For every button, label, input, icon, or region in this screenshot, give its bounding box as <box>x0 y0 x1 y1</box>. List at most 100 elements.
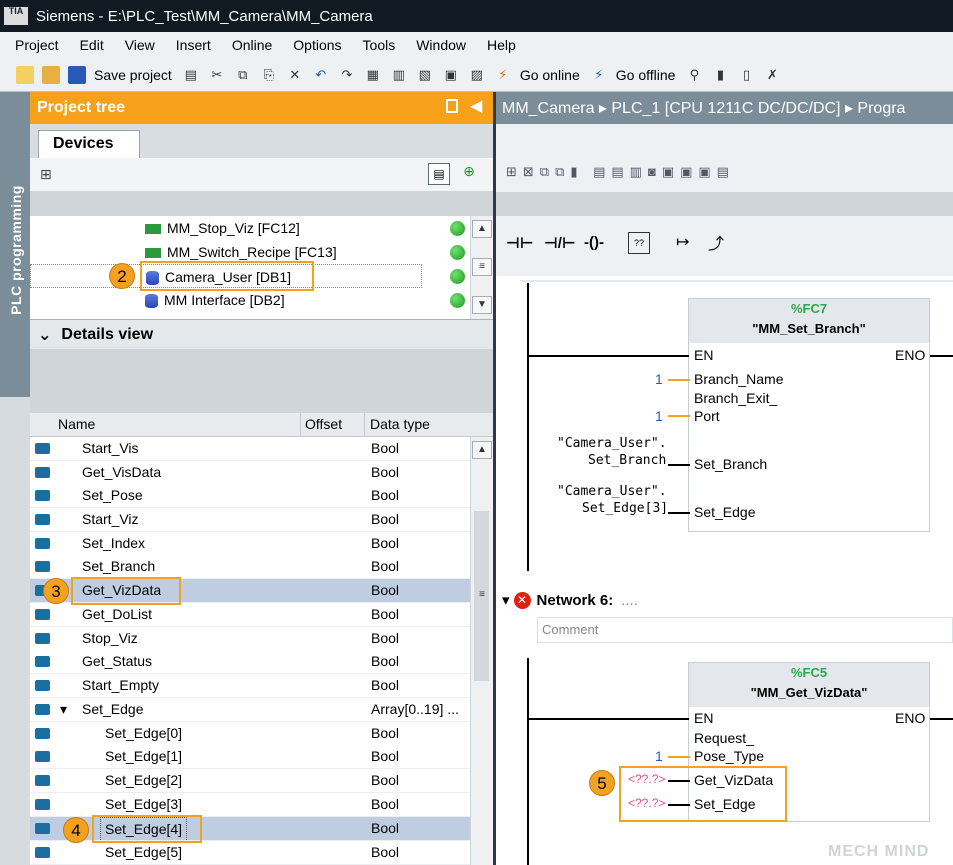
delete-icon[interactable]: ✕ <box>286 66 304 84</box>
col-data-type[interactable]: Data type <box>370 416 430 432</box>
go-online-button[interactable]: Go online <box>520 67 580 83</box>
details-row[interactable]: Start_Empty Bool <box>30 674 470 698</box>
menu-window[interactable]: Window <box>416 37 466 53</box>
go-offline-button[interactable]: Go offline <box>616 67 676 83</box>
tree-scrollbar[interactable]: ▲ ≡ ▼ <box>470 216 493 319</box>
details-row[interactable]: Get_Status Bool <box>30 650 470 674</box>
details-row[interactable]: ▾ Set_Edge Array[0..19] ... <box>30 698 470 722</box>
menu-edit[interactable]: Edit <box>80 37 104 53</box>
scroll-up-icon[interactable]: ▲ <box>472 441 492 459</box>
download-icon[interactable]: ▥ <box>390 66 408 84</box>
details-scrollbar[interactable]: ▲ ≡ <box>470 437 493 865</box>
details-row[interactable]: Set_Edge[5] Bool <box>30 841 470 865</box>
menu-options[interactable]: Options <box>293 37 341 53</box>
start-sim-icon[interactable]: ▨ <box>468 66 486 84</box>
tree-item[interactable]: MM_Stop_Viz [FC12] <box>30 216 470 240</box>
go-offline-icon[interactable]: ⚡ <box>590 66 608 84</box>
copy-icon[interactable]: ⧉ <box>234 66 252 84</box>
operand-set-edge[interactable]: Set_Edge[3] <box>582 501 668 516</box>
undo-icon[interactable]: ↶ <box>312 66 330 84</box>
pin-pose-type: Pose_Type <box>694 748 765 764</box>
details-row[interactable]: Get_DoList Bool <box>30 603 470 627</box>
print-icon[interactable]: ▤ <box>182 66 200 84</box>
menu-online[interactable]: Online <box>232 37 272 53</box>
plc-programming-tab[interactable]: PLC programming <box>0 92 30 397</box>
device-overview-icon[interactable]: ⊞ <box>40 166 52 183</box>
upload-icon[interactable]: ▧ <box>416 66 434 84</box>
col-name[interactable]: Name <box>58 416 95 432</box>
cut-icon[interactable]: ✂ <box>208 66 226 84</box>
scroll-grip-icon[interactable]: ≡ <box>472 587 492 605</box>
details-row[interactable]: Set_Branch Bool <box>30 555 470 579</box>
network-title-placeholder[interactable]: .... <box>621 592 638 609</box>
go-online-icon[interactable]: ⚡ <box>494 66 512 84</box>
add-icon[interactable]: ⊕ <box>458 163 480 185</box>
save-icon[interactable] <box>68 65 86 84</box>
details-row[interactable]: Start_Vis Bool <box>30 437 470 461</box>
menu-project[interactable]: Project <box>15 37 59 53</box>
details-view-header[interactable]: ⌄ Details view <box>30 319 493 349</box>
chevron-down-icon[interactable]: ⌄ <box>38 325 51 345</box>
list-view-icon[interactable]: ▤ <box>428 163 450 185</box>
close-branch-icon[interactable]: ⤴ <box>708 230 724 254</box>
value-pose-type[interactable]: 1 <box>655 748 663 764</box>
open-branch-icon[interactable]: ↦ <box>676 232 689 252</box>
tree-item[interactable]: MM Interface [DB2] <box>30 288 470 312</box>
row-name: Start_Viz <box>82 511 139 527</box>
details-row[interactable]: Start_Viz Bool <box>30 508 470 532</box>
simulate-icon[interactable]: ▣ <box>442 66 460 84</box>
details-row[interactable]: Set_Edge[2] Bool <box>30 769 470 793</box>
coil-icon[interactable]: -()- <box>584 234 604 251</box>
start-cpu-icon[interactable]: ▮ <box>711 66 729 84</box>
panel-layout-icon[interactable] <box>446 99 458 113</box>
value-port[interactable]: 1 <box>655 408 663 424</box>
collapse-network-icon[interactable]: ▾ <box>502 591 510 609</box>
network-comment[interactable]: Comment <box>537 617 953 643</box>
fc7-block[interactable]: %FC7 "MM_Set_Branch" <box>688 298 930 532</box>
rung-line <box>529 355 689 357</box>
details-row[interactable]: Set_Edge[3] Bool <box>30 793 470 817</box>
expand-triangle-icon[interactable]: ▾ <box>60 698 67 721</box>
status-ok-icon <box>450 269 465 284</box>
menu-tools[interactable]: Tools <box>363 37 396 53</box>
menu-view[interactable]: View <box>125 37 155 53</box>
row-type: Array[0..19] ... <box>371 701 459 717</box>
row-type: Bool <box>371 630 400 646</box>
details-row[interactable]: Get_VisData Bool <box>30 461 470 485</box>
details-column-headers: Name Offset Data type <box>30 413 493 437</box>
details-row[interactable]: Set_Edge[0] Bool <box>30 722 470 746</box>
editor-breadcrumb[interactable]: MM_Camera ▸ PLC_1 [CPU 1211C DC/DC/DC] ▸… <box>496 92 953 124</box>
empty-box-icon[interactable]: ?? <box>628 232 650 254</box>
editor-toolbar-spacer <box>496 192 953 216</box>
paste-icon[interactable]: ⎘ <box>260 66 278 84</box>
new-project-icon[interactable] <box>16 65 34 84</box>
compile-icon[interactable]: ▦ <box>364 66 382 84</box>
menu-help[interactable]: Help <box>487 37 516 53</box>
value-branch-name[interactable]: 1 <box>655 371 663 387</box>
stop-cpu-icon[interactable]: ▯ <box>737 66 755 84</box>
variable-icon <box>35 680 50 691</box>
no-contact-icon[interactable]: ⊣⊢ <box>506 234 533 252</box>
scroll-grip-icon[interactable]: ≡ <box>472 258 492 276</box>
network-6-header[interactable]: ▾ ✕ Network 6: .... <box>496 587 953 613</box>
details-row[interactable]: Set_Index Bool <box>30 532 470 556</box>
open-project-icon[interactable] <box>42 65 60 84</box>
tab-devices[interactable]: Devices <box>38 130 140 158</box>
details-row[interactable]: Set_Pose Bool <box>30 484 470 508</box>
scroll-down-icon[interactable]: ▼ <box>472 296 492 314</box>
operand-set-branch[interactable]: Set_Branch <box>588 453 666 468</box>
menu-insert[interactable]: Insert <box>176 37 211 53</box>
editor-toolbar-icons[interactable]: ⊞⊠⧉⧉▮ ▤▤▥◙▣▣▣▤ <box>506 164 735 180</box>
cross-reference-icon[interactable]: ✗ <box>763 66 781 84</box>
accessible-devices-icon[interactable]: ⚲ <box>685 66 703 84</box>
details-row[interactable]: Set_Edge[1] Bool <box>30 745 470 769</box>
collapse-panel-icon[interactable]: ◀ <box>470 96 482 116</box>
details-row[interactable]: Stop_Viz Bool <box>30 627 470 651</box>
scroll-up-icon[interactable]: ▲ <box>472 220 492 238</box>
operand-db-name[interactable]: "Camera_User". <box>557 436 667 451</box>
operand-db-name[interactable]: "Camera_User". <box>557 484 667 499</box>
col-offset[interactable]: Offset <box>305 416 342 432</box>
nc-contact-icon[interactable]: ⊣/⊢ <box>544 234 576 252</box>
redo-icon[interactable]: ↷ <box>338 66 356 84</box>
save-project-button[interactable]: Save project <box>94 67 172 83</box>
